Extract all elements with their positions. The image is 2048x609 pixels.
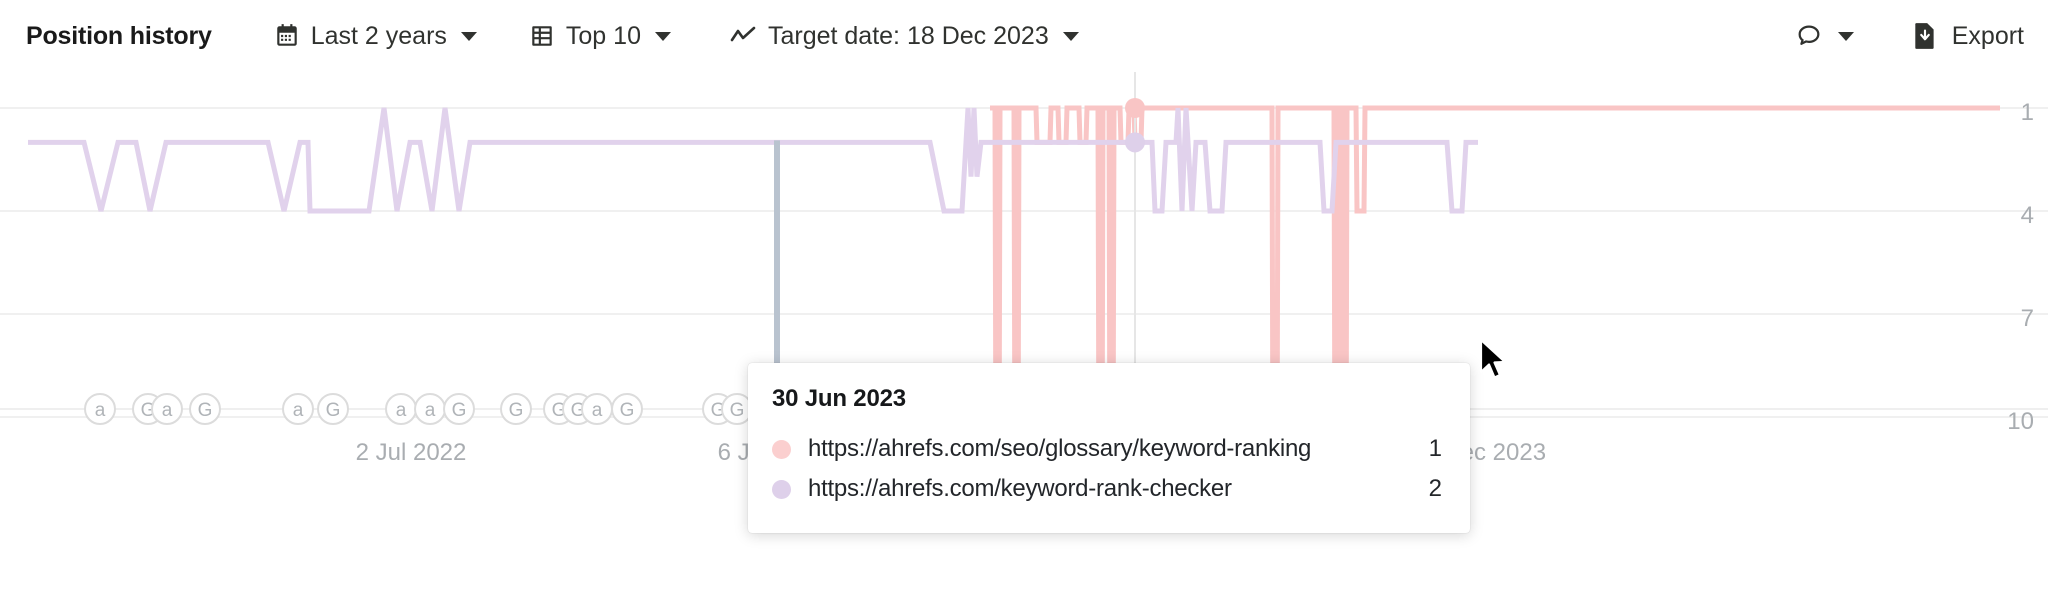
annotation-badge[interactable]: a [84,393,116,425]
y-axis-tick-label: 1 [2021,99,2034,126]
annotation-badge[interactable]: G [189,393,221,425]
annotation-badge[interactable]: a [385,393,417,425]
page-title: Position history [26,21,212,50]
chevron-down-icon [1837,31,1854,41]
svg-text:G: G [452,400,467,421]
comment-button[interactable] [1795,22,1854,50]
svg-text:a: a [592,400,603,421]
chevron-down-icon [1062,31,1079,41]
table-icon [529,23,555,49]
svg-text:G: G [730,400,745,421]
tooltip-value: 1 [1428,435,1442,462]
svg-text:G: G [620,400,635,421]
chevron-down-icon [460,31,477,41]
date-range-dropdown[interactable]: Last 2 years [274,22,477,51]
svg-text:G: G [198,400,213,421]
annotation-badge[interactable]: a [414,393,446,425]
tooltip-value: 2 [1428,475,1442,502]
date-range-label: Last 2 years [310,21,447,50]
trend-line-icon [729,24,757,48]
svg-text:a: a [396,400,407,421]
svg-text:a: a [95,400,106,421]
calendar-icon [274,23,300,49]
svg-text:a: a [162,400,173,421]
annotation-badge[interactable]: a [151,393,183,425]
y-axis-tick-label: 7 [2021,305,2034,332]
series-dot-icon [772,479,791,499]
series-dot-icon [772,439,791,459]
comment-icon [1795,22,1823,50]
position-history-panel: Position history Last 2 years Top 10 Tar… [0,0,2048,609]
top-filter-label: Top 10 [565,21,641,50]
target-date-label: Target date: 18 Dec 2023 [767,21,1049,50]
svg-text:G: G [509,400,524,421]
annotation-badge[interactable]: G [611,393,643,425]
panel-toolbar: Position history Last 2 years Top 10 Tar… [0,0,2048,72]
svg-text:a: a [293,400,304,421]
top-filter-dropdown[interactable]: Top 10 [529,22,671,51]
svg-text:a: a [425,400,436,421]
tooltip-date: 30 Jun 2023 [772,385,906,412]
annotation-badge[interactable]: G [500,393,532,425]
tooltip-url: https://ahrefs.com/keyword-rank-checker [808,475,1232,502]
tooltip-url: https://ahrefs.com/seo/glossary/keyword-… [808,435,1312,462]
export-label: Export [1951,21,2024,50]
svg-text:G: G [326,400,341,421]
x-axis-tick-label: 2 Jul 2022 [356,439,467,466]
hover-point [1125,98,1145,118]
y-axis-tick-label: 10 [2007,408,2034,435]
annotation-badge[interactable]: a [282,393,314,425]
annotation-badge[interactable]: a [581,393,613,425]
file-download-icon [1912,22,1938,50]
tooltip-row: https://ahrefs.com/keyword-rank-checker … [772,469,1442,509]
chart-series-line [28,107,1478,214]
y-axis-tick-label: 4 [2021,202,2034,229]
hover-point [1125,132,1145,153]
chart-y-axis-labels: 1 4 7 10 [2007,99,2034,435]
annotation-badge[interactable]: G [317,393,349,425]
chart-tooltip: 30 Jun 2023 https://ahrefs.com/seo/gloss… [748,363,1470,533]
tooltip-row: https://ahrefs.com/seo/glossary/keyword-… [772,429,1442,469]
annotation-badge[interactable]: G [443,393,475,425]
export-button[interactable]: Export [1912,22,2024,51]
toolbar-right-group: Export [1795,22,2024,51]
chevron-down-icon [654,31,671,41]
target-date-dropdown[interactable]: Target date: 18 Dec 2023 [729,22,1079,51]
